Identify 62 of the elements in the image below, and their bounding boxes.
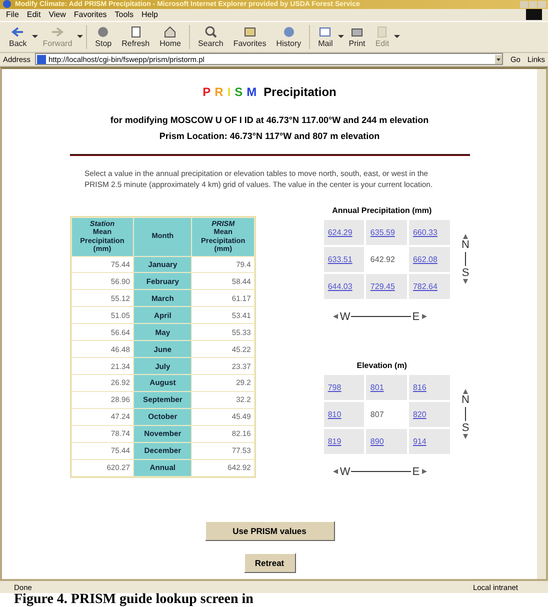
form-button[interactable]: Use PRISM values xyxy=(204,521,334,542)
browser-icon xyxy=(2,0,12,9)
grid-link[interactable]: 801 xyxy=(370,382,384,392)
grid-link[interactable]: 816 xyxy=(412,382,426,392)
page-icon xyxy=(36,54,46,64)
form-button[interactable]: Retreat xyxy=(244,553,296,574)
south-label: S xyxy=(462,268,470,278)
toolbar-button[interactable]: Refresh xyxy=(116,26,155,48)
menu-item[interactable]: Help xyxy=(141,10,158,20)
east-label: E xyxy=(412,310,420,323)
south-arrow-icon xyxy=(463,434,468,440)
back-icon xyxy=(10,26,25,38)
menu-item[interactable]: Edit xyxy=(26,10,41,20)
home-icon xyxy=(163,26,178,38)
west-arrow-icon xyxy=(332,469,338,474)
south-label: S xyxy=(462,423,470,434)
logo-letter: P xyxy=(202,84,211,99)
east-arrow-icon xyxy=(422,469,427,474)
grid-link[interactable]: 890 xyxy=(370,436,384,446)
dropdown-arrow-icon[interactable] xyxy=(32,35,38,38)
toolbar-button[interactable]: Back xyxy=(4,26,32,48)
toolbar-button[interactable]: Mail xyxy=(313,26,338,48)
menu-item[interactable]: Tools xyxy=(114,10,134,20)
subtitle: for modifying MOSCOW U OF I ID at 46.73°N 117.00°W and 244 m elevation xyxy=(110,114,429,127)
menu-item[interactable]: Favorites xyxy=(74,10,107,20)
toolbar-button[interactable]: Print xyxy=(344,26,370,48)
south-arrow-icon xyxy=(463,279,468,284)
north-arrow-icon xyxy=(463,389,468,394)
west-label: W xyxy=(340,310,350,323)
logo-letter: S xyxy=(234,84,243,99)
toolbar-button[interactable]: Stop xyxy=(90,26,117,48)
address-dropdown-button[interactable] xyxy=(495,54,502,64)
menu-item[interactable]: View xyxy=(48,10,66,20)
menu-item[interactable]: File xyxy=(6,10,19,20)
east-label: E xyxy=(412,466,420,478)
figure-caption: Figure 4. PRISM guide lookup screen in xyxy=(13,593,254,607)
grid-title: Elevation (m) xyxy=(356,360,408,370)
west-arrow-icon xyxy=(332,314,338,320)
subtitle: Prism Location: 46.73°N 117°W and 807 m elevation xyxy=(158,130,381,143)
north-label: N xyxy=(462,395,470,406)
grid-title: Annual Precipitation (mm) xyxy=(331,206,433,215)
west-label: W xyxy=(340,466,350,478)
toolbar-button[interactable]: Home xyxy=(154,26,186,48)
page-title: Precipitation xyxy=(264,84,336,99)
search-icon xyxy=(204,26,218,38)
toolbar-button[interactable]: Favorites xyxy=(228,26,272,48)
grid-link[interactable]: 819 xyxy=(328,436,342,446)
toolbar-button[interactable]: Search xyxy=(192,26,228,48)
north-arrow-icon xyxy=(463,234,468,240)
grid-link[interactable]: 810 xyxy=(328,410,342,419)
grid-link[interactable]: 820 xyxy=(412,410,426,419)
north-label: N xyxy=(462,240,470,250)
grid-link[interactable]: 914 xyxy=(412,436,426,446)
logo-letter: R xyxy=(214,84,224,99)
grid-link[interactable]: 798 xyxy=(328,382,342,392)
logo-letter: M xyxy=(246,84,257,99)
dropdown-arrow-icon[interactable] xyxy=(338,35,344,38)
logo-letter: I xyxy=(227,84,231,99)
toolbar-button[interactable]: History xyxy=(271,26,306,48)
east-arrow-icon xyxy=(422,314,427,320)
forward-icon xyxy=(50,26,64,38)
stop-icon xyxy=(96,26,110,38)
